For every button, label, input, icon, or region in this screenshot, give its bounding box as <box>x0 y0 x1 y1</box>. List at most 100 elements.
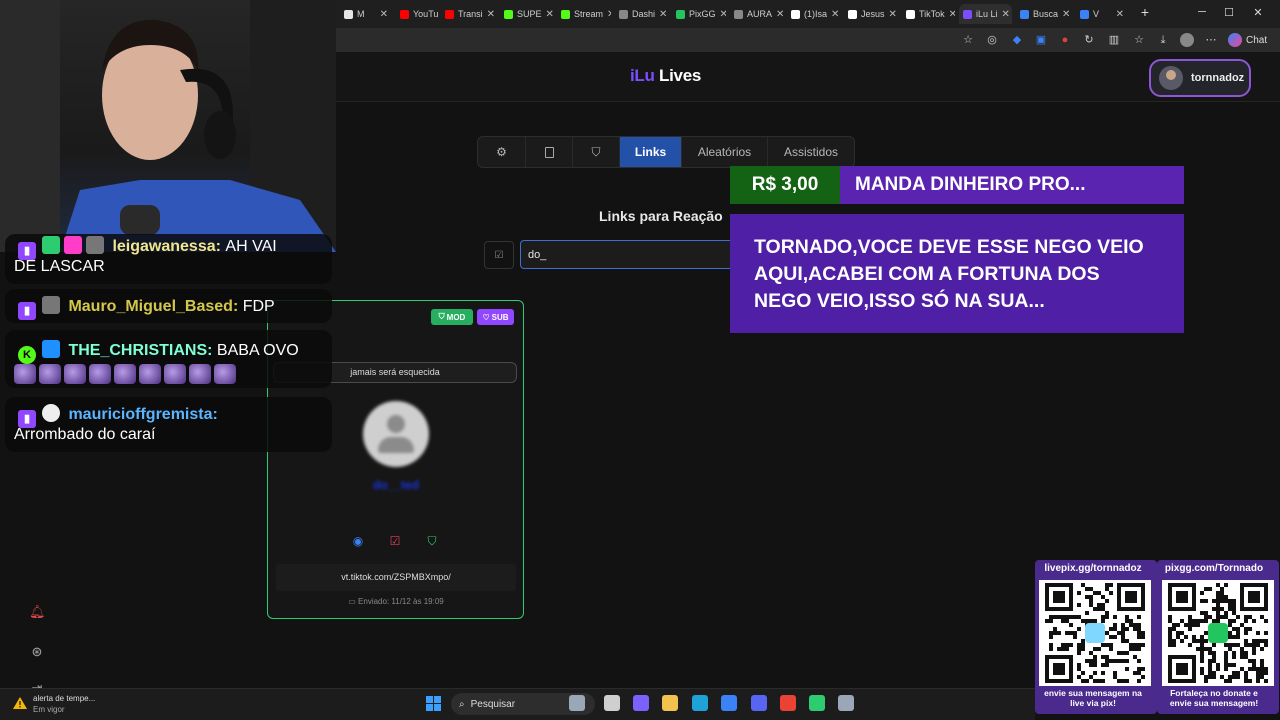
settings-icon[interactable] <box>838 695 854 711</box>
extension-shield-icon[interactable]: ◆ <box>1010 33 1024 47</box>
browser-tab[interactable]: AURA ✕ <box>730 4 783 24</box>
browser-tab[interactable]: Busca ✕ <box>1016 4 1072 24</box>
shield-icon[interactable]: ⛉ <box>424 533 440 549</box>
qr-title: livepix.gg/tornnadoz <box>1044 563 1142 574</box>
tab-label: TikTok <box>919 9 945 19</box>
windows-start-icon[interactable] <box>426 696 441 711</box>
emote-icon <box>39 364 61 384</box>
tab-label: (1)Isa <box>804 9 828 19</box>
tab-shield[interactable]: ⛉ <box>573 137 620 167</box>
tab-close-icon[interactable]: ✕ <box>776 9 783 20</box>
app-icon[interactable] <box>809 695 825 711</box>
discord-icon[interactable] <box>751 695 767 711</box>
browser-tab[interactable]: TikTok ✕ <box>902 4 955 24</box>
download-icon[interactable]: ⤓ <box>1156 33 1170 47</box>
badge-icon <box>86 236 104 254</box>
user-profile-button[interactable]: tornnadoz <box>1149 59 1251 97</box>
browser-tab[interactable]: Transi ✕ <box>441 4 496 24</box>
tab-favicon-icon <box>791 9 800 19</box>
tab-close-icon[interactable]: ✕ <box>1002 9 1010 20</box>
browser-tab[interactable]: V ✕ <box>1076 4 1128 24</box>
folder-icon[interactable] <box>662 695 678 711</box>
tab-favicon-icon <box>619 9 628 19</box>
copilot-chat-button[interactable]: Chat <box>1228 32 1267 48</box>
tab-book[interactable] <box>526 137 573 167</box>
browser-tab[interactable]: Stream✕ <box>557 4 611 24</box>
new-tab-icon[interactable]: + <box>1138 4 1152 20</box>
chat-message-2: ▮ Mauro_Miguel_Based: FDP <box>18 296 275 320</box>
cloud-weather-icon[interactable] <box>569 695 585 711</box>
card-link[interactable]: vt.tiktok.com/ZSPMBXmpo/ <box>276 564 516 591</box>
browser-tab[interactable]: Jesus ✕ <box>844 4 898 24</box>
close-window-icon[interactable]: ✕ <box>1251 6 1265 19</box>
tab-close-icon[interactable]: ✕ <box>546 9 553 20</box>
browser-tab[interactable]: YouTub✕ <box>396 4 438 24</box>
tab-favicon-icon <box>504 9 513 19</box>
tab-close-icon[interactable]: ✕ <box>949 9 955 20</box>
task-view-icon[interactable] <box>604 695 620 711</box>
tab-close-icon[interactable]: ✕ <box>607 9 611 20</box>
browser-tab[interactable]: iLu Li ✕ <box>959 4 1012 24</box>
translate-icon[interactable]: ▣ <box>1034 33 1048 47</box>
maximize-icon[interactable]: ☐ <box>1222 6 1236 19</box>
chat-message-4-cont: Arrombado do caraí <box>14 426 155 444</box>
profile-icon[interactable] <box>1180 33 1194 47</box>
star-icon[interactable]: ☆ <box>961 33 975 47</box>
select-all-checkbox[interactable]: ☑ <box>484 241 514 269</box>
chat-username: Mauro_Miguel_Based: <box>68 298 239 315</box>
copilot-icon[interactable] <box>633 695 649 711</box>
bell-icon[interactable]: 🔔︎ <box>29 604 46 620</box>
logout-icon[interactable]: ⇥ <box>29 680 45 688</box>
check-square-icon[interactable]: ☑ <box>387 533 403 549</box>
favorites-icon[interactable]: ☆ <box>1132 33 1146 47</box>
donation-message: TORNADO,VOCE DEVE ESSE NEGO VEIO AQUI,AC… <box>730 214 1184 333</box>
browser-tab[interactable]: M ✕ <box>340 4 392 24</box>
tab-close-icon[interactable]: ✕ <box>487 9 495 20</box>
app-logo[interactable]: iLu Lives <box>630 66 701 86</box>
tab-label: Dashi <box>632 9 656 19</box>
chat-message-1-cont: DE LASCAR <box>14 258 105 276</box>
search-input[interactable] <box>520 240 750 269</box>
refresh-extension-icon[interactable]: ↻ <box>1082 33 1096 47</box>
menu-dots-icon[interactable]: ⋯ <box>1204 33 1218 47</box>
store-icon[interactable] <box>721 695 737 711</box>
browser-tab[interactable]: (1)Isa ✕ <box>787 4 840 24</box>
card-username[interactable]: do__ted <box>340 478 452 492</box>
tab-links[interactable]: Links <box>620 137 682 167</box>
tab-label: Stream <box>574 9 604 19</box>
avatar <box>1159 66 1183 90</box>
weather-alert-title[interactable]: alerta de tempe... <box>33 694 95 703</box>
split-screen-icon[interactable]: ▥ <box>1107 33 1121 47</box>
card-date: ▭ Enviado: 11/12 às 19:09 <box>276 597 516 606</box>
tab-assistidos[interactable]: Assistidos <box>768 137 854 167</box>
minimize-icon[interactable]: ─ <box>1195 6 1209 18</box>
badge-icon <box>42 296 60 314</box>
gear-icon: ⚙ <box>496 145 507 159</box>
chrome-icon[interactable] <box>780 695 796 711</box>
kick-icon: K <box>18 346 36 364</box>
tab-close-icon[interactable]: ✕ <box>380 9 388 20</box>
record-icon[interactable]: ● <box>1058 33 1072 47</box>
edge-icon[interactable] <box>692 695 708 711</box>
tab-close-icon[interactable]: ✕ <box>659 9 667 20</box>
browser-tab[interactable]: SUPE ✕ <box>500 4 553 24</box>
shield-icon: ⛉ <box>438 312 445 321</box>
browser-tab[interactable]: PixGG ✕ <box>672 4 726 24</box>
tab-close-icon[interactable]: ✕ <box>1116 9 1124 20</box>
taskbar-search-label: Pesquisar <box>470 698 516 710</box>
chat-text: AH VAI <box>225 238 277 255</box>
tab-favicon-icon <box>1080 9 1089 19</box>
tab-aleatorios[interactable]: Aleatórios <box>682 137 768 167</box>
eye-icon[interactable]: ◉ <box>350 533 366 549</box>
tab-favicon-icon <box>561 9 570 19</box>
browser-tab[interactable]: Dashi ✕ <box>615 4 668 24</box>
tab-close-icon[interactable]: ✕ <box>889 9 897 20</box>
tab-close-icon[interactable]: ✕ <box>831 9 839 20</box>
tab-favicon-icon <box>963 9 972 19</box>
help-circle-icon[interactable]: ⊛ <box>29 644 45 660</box>
warning-icon[interactable] <box>13 697 27 709</box>
tab-close-icon[interactable]: ✕ <box>1062 9 1070 20</box>
tab-settings[interactable]: ⚙ <box>478 137 526 167</box>
tab-close-icon[interactable]: ✕ <box>720 9 726 20</box>
gamepad-icon[interactable]: ◎ <box>985 33 999 47</box>
